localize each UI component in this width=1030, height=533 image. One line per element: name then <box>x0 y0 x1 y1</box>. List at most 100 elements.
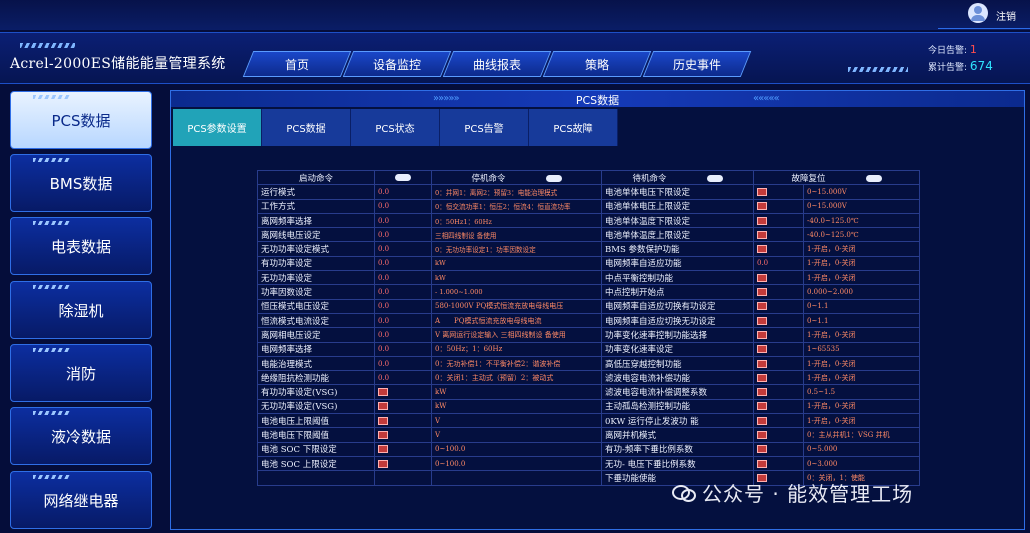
param-value-input[interactable]: 0.0 <box>753 327 804 343</box>
param-value-input[interactable]: 0.0 <box>374 327 432 343</box>
nav-device-monitor[interactable]: 设备监控 <box>342 51 452 77</box>
param-value-input[interactable]: 0.0 <box>374 184 432 200</box>
value-input-box[interactable]: 0.0 <box>757 430 767 439</box>
standby-command-label: 待机命令 <box>632 173 667 184</box>
value-input-box[interactable]: 0.0 <box>378 388 388 397</box>
sidebar-item-3[interactable]: 除湿机 <box>10 281 152 339</box>
param-value-input[interactable]: 0.0 <box>374 427 432 443</box>
param-value-input[interactable]: 0.0 <box>753 355 804 372</box>
value-input-box[interactable]: 0.0 <box>757 459 767 468</box>
panel-tab-0[interactable]: PCS参数设置 <box>173 109 262 146</box>
param-value-input[interactable]: 0.0 <box>374 441 432 457</box>
value-input-box[interactable]: 0.0 <box>757 388 767 397</box>
value-input-box[interactable]: 0.0 <box>757 445 767 454</box>
param-value-input[interactable]: 0.0 <box>753 255 804 272</box>
value-input-box[interactable]: 0.0 <box>757 273 767 282</box>
param-value-input[interactable]: 0.0 <box>753 427 804 443</box>
value-input-box[interactable]: 0.0 <box>757 302 767 311</box>
param-value-input[interactable]: 0.0 <box>374 270 432 286</box>
param-value-input[interactable]: 0.0 <box>374 227 432 243</box>
value-input-box[interactable]: 0.0 <box>378 416 388 425</box>
value-input-box[interactable]: 0.0 <box>757 373 767 382</box>
standby-command-toggle[interactable] <box>706 174 723 182</box>
param-value-input[interactable]: 0.0 <box>753 384 804 400</box>
value-input-box[interactable]: 0.0 <box>757 416 767 425</box>
param-value-input[interactable]: 0.0 <box>753 298 804 314</box>
value-input-box[interactable]: 0.0 <box>378 459 388 468</box>
param-value-input[interactable]: 0.0 <box>374 384 432 400</box>
param-name: 无功- 电压下垂比例系数 <box>601 455 754 472</box>
param-value-input[interactable]: 0.0 <box>374 312 432 329</box>
value-input-box[interactable]: 0.0 <box>757 216 767 225</box>
param-value-input[interactable]: 0.0 <box>374 212 432 229</box>
value-input-box[interactable]: 0.0 <box>757 288 767 297</box>
value-input-box[interactable]: 0.0 <box>757 245 767 254</box>
value-input-box[interactable]: 0.0 <box>757 345 767 354</box>
param-value-input[interactable] <box>374 470 432 486</box>
start-command-toggle[interactable] <box>395 173 411 181</box>
panel-tab-4[interactable]: PCS故障 <box>529 109 618 146</box>
value-input-box[interactable]: 0.0 <box>378 402 388 411</box>
sidebar-item-label: BMS数据 <box>49 174 113 193</box>
sidebar-item-6[interactable]: 网络继电器 <box>10 471 152 529</box>
param-range-text: 0~5.000 <box>807 445 838 454</box>
param-value-input-text: 0.0 <box>378 273 390 282</box>
param-value-input[interactable]: 0.0 <box>753 370 804 386</box>
param-value-input[interactable]: 0.0 <box>753 413 804 429</box>
param-value-input[interactable]: 0.0 <box>374 255 432 272</box>
param-value-input[interactable]: 0.0 <box>753 270 804 286</box>
fault-reset-toggle[interactable] <box>865 174 882 182</box>
param-range: 1-开启，0-关闭 <box>803 270 920 286</box>
param-value-input[interactable]: 0.0 <box>753 184 804 200</box>
param-value-input[interactable]: 0.0 <box>374 398 432 415</box>
sidebar-item-1[interactable]: BMS数据 <box>10 154 152 212</box>
param-value-input[interactable]: 0.0 <box>374 341 432 357</box>
nav-history-events[interactable]: 历史事件 <box>642 51 752 77</box>
param-value-input[interactable]: 0.0 <box>374 355 432 372</box>
param-range: V 离网运行设定输入 三相四线制设 备使用 <box>431 327 602 343</box>
param-name-text: 无功功率设定模式 <box>261 245 330 256</box>
user-menu[interactable]: 注销 <box>938 0 1030 29</box>
param-value-input[interactable]: 0.0 <box>374 455 432 472</box>
param-value-input[interactable]: 0.0 <box>374 370 432 386</box>
sidebar-item-4[interactable]: 消防 <box>10 344 152 402</box>
param-value-input[interactable]: 0.0 <box>753 398 804 415</box>
param-value-input[interactable]: 0.0 <box>753 227 804 243</box>
logout-link[interactable]: 注销 <box>996 8 1016 23</box>
param-name: 无功功率设定 <box>257 270 375 286</box>
value-input-box[interactable]: 0.0 <box>757 316 767 325</box>
param-value-input[interactable]: 0.0 <box>753 441 804 457</box>
param-value-input[interactable]: 0.0 <box>374 298 432 314</box>
value-input-box[interactable]: 0.0 <box>757 187 767 196</box>
param-value-input[interactable]: 0.0 <box>753 341 804 357</box>
nav-curve-report[interactable]: 曲线报表 <box>442 51 552 77</box>
value-input-box[interactable]: 0.0 <box>378 445 388 454</box>
stop-command-toggle[interactable] <box>545 174 562 182</box>
value-input-box[interactable]: 0.0 <box>757 202 767 211</box>
sidebar-item-2[interactable]: 电表数据 <box>10 217 152 275</box>
param-value-input[interactable]: 0.0 <box>753 455 804 472</box>
value-input-box[interactable]: 0.0 <box>757 359 767 368</box>
panel-tab-1[interactable]: PCS数据 <box>262 109 351 146</box>
param-value-input[interactable]: 0.0 <box>753 312 804 329</box>
param-value-input[interactable]: 0.0 <box>374 241 432 257</box>
param-value-input[interactable]: 0.0 <box>374 284 432 300</box>
panel-tab-3[interactable]: PCS告警 <box>440 109 529 146</box>
param-range-text: 0：50Hz；1：60Hz <box>435 345 503 354</box>
nav-strategy[interactable]: 策略 <box>542 51 652 77</box>
panel-tab-2[interactable]: PCS状态 <box>351 109 440 146</box>
sidebar-item-5[interactable]: 液冷数据 <box>10 407 152 465</box>
nav-home[interactable]: 首页 <box>242 51 352 77</box>
sidebar-item-0[interactable]: PCS数据 <box>10 91 152 149</box>
value-input-box[interactable]: 0.0 <box>757 330 767 339</box>
value-input-box[interactable]: 0.0 <box>757 230 767 239</box>
param-value-input[interactable]: 0.0 <box>753 212 804 229</box>
param-value-input[interactable]: 0.0 <box>753 241 804 257</box>
param-value-input[interactable]: 0.0 <box>374 198 432 214</box>
pcs-data-panel: »»»»» PCS数据 ««««« PCS参数设置 PCS数据 PCS状态 PCS告警… <box>170 90 1025 530</box>
param-value-input[interactable]: 0.0 <box>374 413 432 429</box>
value-input-box[interactable]: 0.0 <box>757 402 767 411</box>
value-input-box[interactable]: 0.0 <box>378 430 388 439</box>
param-value-input[interactable]: 0.0 <box>753 284 804 300</box>
param-value-input[interactable]: 0.0 <box>753 198 804 214</box>
